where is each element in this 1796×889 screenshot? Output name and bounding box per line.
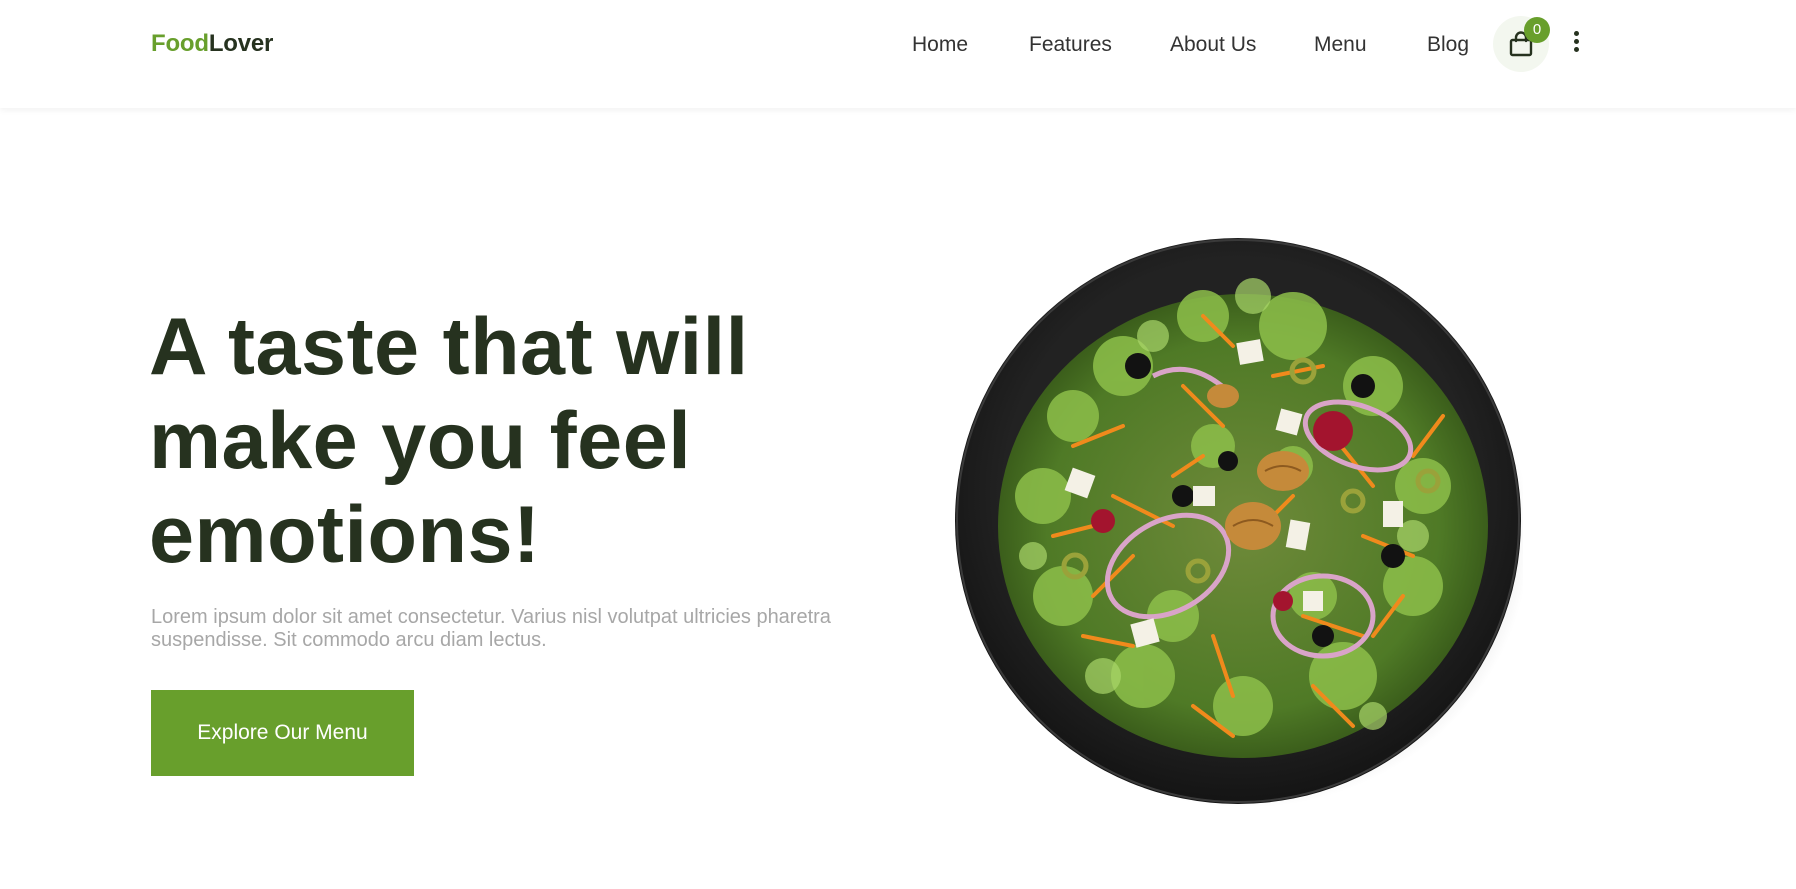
nav-features[interactable]: Features bbox=[1029, 33, 1112, 57]
hero-subtitle-line: suspendisse. Sit commodo arcu diam lectu… bbox=[151, 629, 547, 651]
nav-blog[interactable]: Blog bbox=[1427, 33, 1469, 57]
more-vertical-icon-dot bbox=[1574, 47, 1579, 52]
nav-menu[interactable]: Menu bbox=[1314, 33, 1367, 57]
more-options-button[interactable] bbox=[1566, 27, 1586, 57]
cart-button[interactable]: 0 bbox=[1493, 16, 1550, 72]
hero-title-line: emotions! bbox=[149, 490, 541, 580]
site-header: FoodLover Home Features About Us Menu Bl… bbox=[0, 0, 1796, 108]
hero-title-line: make you feel bbox=[149, 396, 692, 486]
more-vertical-icon-dot bbox=[1574, 39, 1579, 44]
hero-subtitle-line: Lorem ipsum dolor sit amet consectetur. … bbox=[151, 606, 831, 628]
nav-about-us[interactable]: About Us bbox=[1170, 33, 1256, 57]
more-vertical-icon-dot bbox=[1574, 31, 1579, 36]
hero-title-line: A taste that will bbox=[149, 302, 749, 392]
nav-home[interactable]: Home bbox=[912, 33, 968, 57]
explore-menu-button[interactable]: Explore Our Menu bbox=[151, 690, 414, 776]
cart-count-badge: 0 bbox=[1524, 17, 1550, 43]
hero-subtitle: Lorem ipsum dolor sit amet consectetur. … bbox=[151, 606, 851, 652]
salad-bowl-image bbox=[955, 238, 1523, 806]
hero-title: A taste that will make you feel emotions! bbox=[149, 300, 849, 582]
